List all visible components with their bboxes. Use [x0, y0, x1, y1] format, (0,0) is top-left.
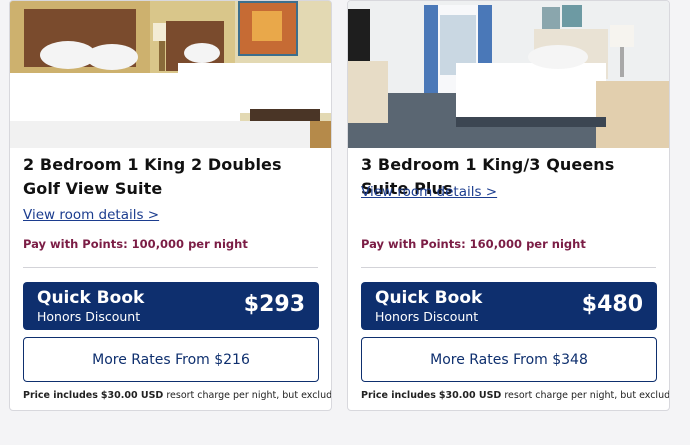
- quick-book-rate-type: Honors Discount: [375, 309, 479, 324]
- quick-book-button[interactable]: Quick Book Honors Discount $480: [361, 282, 657, 330]
- price-note-suffix: resort charge per night, but excludes ta…: [166, 390, 332, 401]
- quick-book-button[interactable]: Quick Book Honors Discount $293: [23, 282, 319, 330]
- room-photo-image: [348, 1, 669, 148]
- quick-book-label: Quick Book: [375, 288, 483, 308]
- quick-book-rate-type: Honors Discount: [37, 309, 141, 324]
- room-card-2br-golf-view: 2 Bedroom 1 King 2 Doubles Golf View Sui…: [9, 0, 332, 411]
- quick-book-price: $480: [581, 292, 643, 317]
- more-rates-button[interactable]: More Rates From $348: [361, 337, 657, 382]
- quick-book-price: $293: [243, 292, 305, 317]
- room-card-3br-suite-plus: 3 Bedroom 1 King/3 Queens Suite Plus Vie…: [347, 0, 670, 411]
- price-note-prefix: Price includes: [23, 390, 98, 401]
- room-photo-image: [10, 1, 331, 148]
- price-note-amount: $30.00 USD: [100, 390, 164, 401]
- points-price: Pay with Points: 160,000 per night: [361, 237, 586, 251]
- room-title: 2 Bedroom 1 King 2 Doubles Golf View Sui…: [23, 155, 282, 198]
- price-note: Price includes $30.00 USD resort charge …: [23, 390, 332, 401]
- price-note-prefix: Price includes: [361, 390, 436, 401]
- quick-book-label: Quick Book: [37, 288, 145, 308]
- view-room-details-link[interactable]: View room details >: [23, 207, 159, 223]
- price-note-suffix: resort charge per night, but excludes ta…: [504, 390, 670, 401]
- divider: [23, 267, 318, 268]
- more-rates-button[interactable]: More Rates From $216: [23, 337, 319, 382]
- room-photo[interactable]: [10, 1, 331, 148]
- points-price: Pay with Points: 100,000 per night: [23, 237, 248, 251]
- price-note-amount: $30.00 USD: [438, 390, 502, 401]
- view-room-details-link[interactable]: View room details >: [361, 184, 497, 200]
- room-photo[interactable]: [348, 1, 669, 148]
- divider: [361, 267, 656, 268]
- price-note: Price includes $30.00 USD resort charge …: [361, 390, 670, 401]
